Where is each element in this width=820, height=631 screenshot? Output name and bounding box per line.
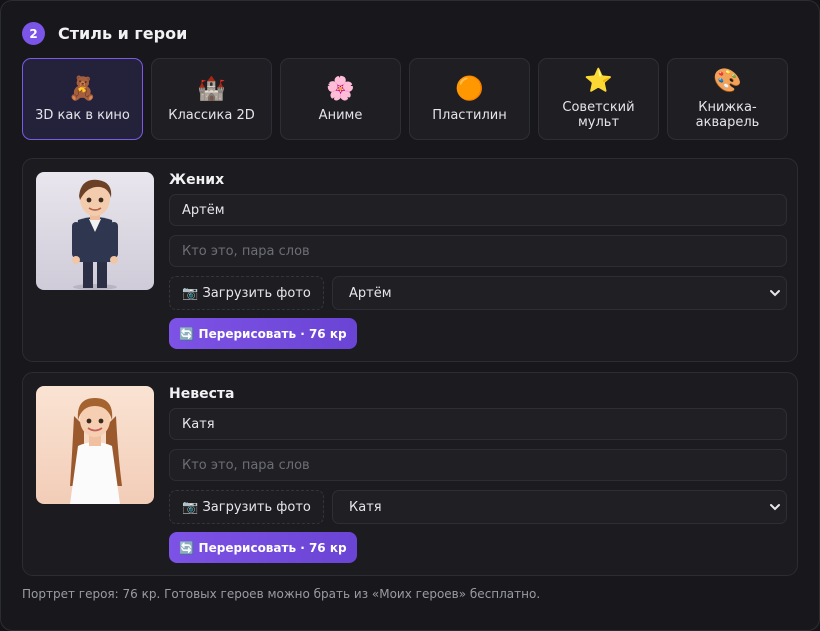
castle-icon: 🏰 [197,75,226,102]
saved-hero-select[interactable]: Катя [332,490,787,524]
hero-role-label: Жених [169,172,225,188]
saved-hero-select[interactable]: Артём [332,276,787,310]
style-label: Советский мульт [562,100,635,130]
hero-card-groom: Жених 📷 Загрузить фото Артём 🔄 Перерисов… [22,158,798,362]
section-title: Стиль и герои [58,24,188,43]
groom-portrait-image [36,172,154,290]
bride-portrait-image [36,386,154,504]
blossom-icon: 🌸 [326,75,355,102]
pricing-footnote: Портрет героя: 76 кр. Готовых героев мож… [22,587,541,601]
select-value: Артём [349,285,392,301]
palette-icon: 🎨 [713,68,742,94]
upload-photo-button[interactable]: 📷 Загрузить фото [169,276,324,310]
style-label: 3D как в кино [35,107,130,123]
hero-card-bride: Невеста 📷 Загрузить фото Катя 🔄 Перерисо… [22,372,798,576]
style-option-plasticine[interactable]: 🟠 Пластилин [409,58,530,140]
orange-circle-icon: 🟠 [455,75,484,102]
hero-role-label: Невеста [169,386,235,402]
chevron-down-icon [770,290,780,297]
hero-description-input[interactable] [169,235,787,267]
hero-description-input[interactable] [169,449,787,481]
style-option-watercolor-book[interactable]: 🎨 Книжка-акварель [667,58,788,140]
upload-photo-button[interactable]: 📷 Загрузить фото [169,490,324,524]
avatar [36,386,154,504]
style-label: Пластилин [432,107,507,123]
redraw-button[interactable]: 🔄 Перерисовать · 76 кр [169,318,357,349]
style-option-anime[interactable]: 🌸 Аниме [280,58,401,140]
teddy-bear-icon: 🧸 [68,75,97,102]
avatar [36,172,154,290]
step-number-badge: 2 [22,22,45,45]
redraw-button[interactable]: 🔄 Перерисовать · 76 кр [169,532,357,563]
style-label: Книжка-акварель [695,100,760,130]
style-option-soviet-cartoon[interactable]: ⭐ Советский мульт [538,58,659,140]
hero-name-input[interactable] [169,408,787,440]
star-icon: ⭐ [584,68,613,94]
chevron-down-icon [770,504,780,511]
select-value: Катя [349,499,382,515]
style-label: Аниме [318,107,363,123]
section-header: 2 Стиль и герои [22,22,187,45]
style-label: Классика 2D [168,107,255,123]
style-and-heroes-panel: 2 Стиль и герои 🧸 3D как в кино 🏰 Класси… [0,0,820,631]
style-option-classic-2d[interactable]: 🏰 Классика 2D [151,58,272,140]
style-option-3d[interactable]: 🧸 3D как в кино [22,58,143,140]
style-picker: 🧸 3D как в кино 🏰 Классика 2D 🌸 Аниме 🟠 … [22,58,788,140]
hero-name-input[interactable] [169,194,787,226]
